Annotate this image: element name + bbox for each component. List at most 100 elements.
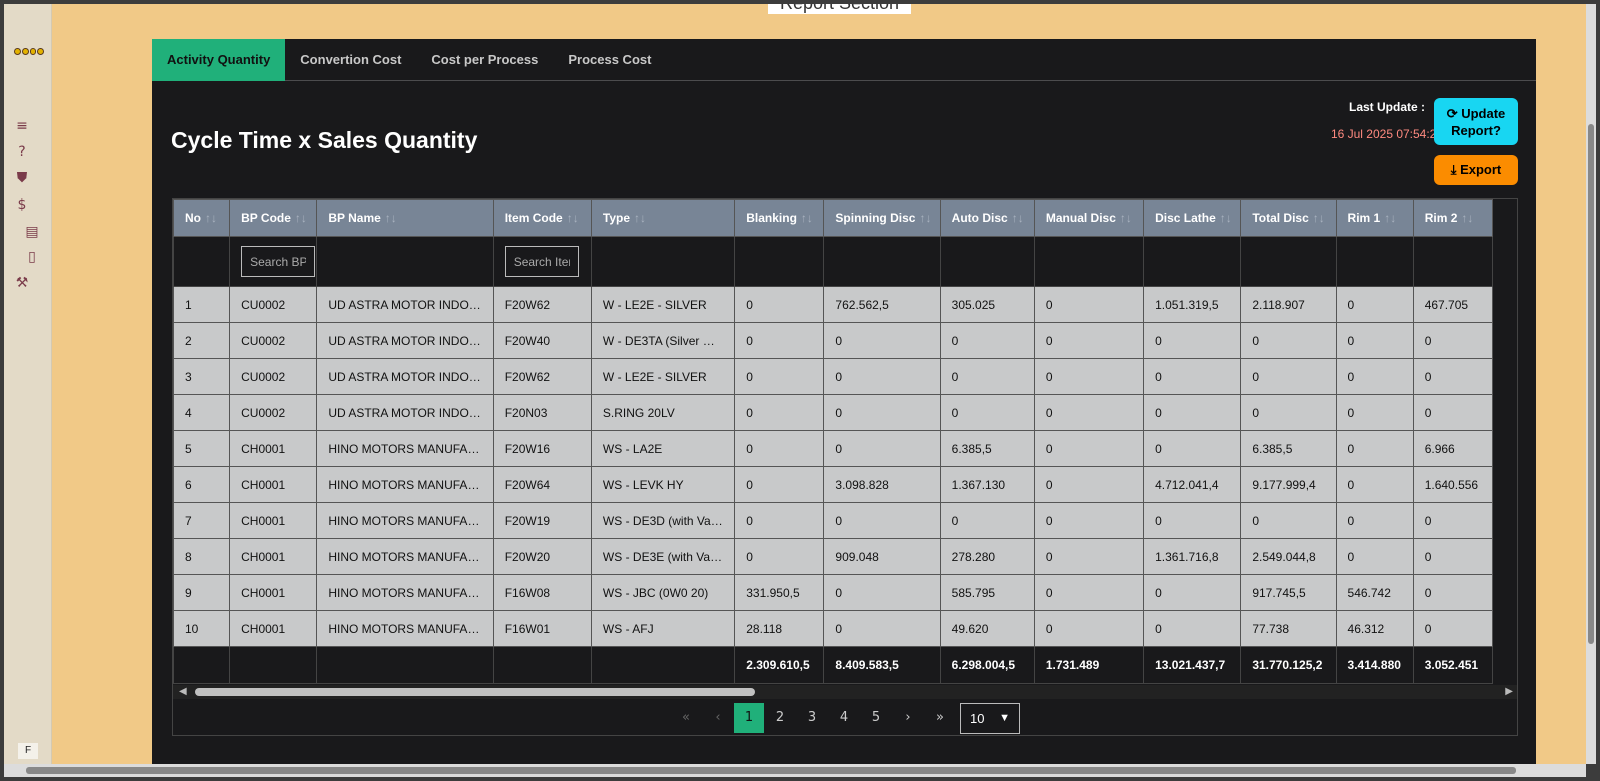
table-cell: 46.312 bbox=[1335, 610, 1414, 647]
column-header-label: Manual Disc bbox=[1045, 211, 1116, 225]
total-cell bbox=[316, 646, 494, 684]
chevron-down-icon: ▼ bbox=[999, 711, 1010, 724]
table-row[interactable]: 5CH0001HINO MOTORS MANUFACTURINGF20W16WS… bbox=[173, 430, 1494, 467]
window-horizontal-scrollbar[interactable] bbox=[4, 764, 1586, 777]
page-size-select[interactable]: 10 ▼ bbox=[960, 702, 1020, 734]
vertical-scrollbar-thumb[interactable] bbox=[1588, 124, 1594, 644]
table-cell: 0 bbox=[1335, 322, 1414, 359]
page-button-3[interactable]: 3 bbox=[796, 703, 828, 733]
total-cell: 8.409.583,5 bbox=[823, 646, 941, 684]
menu-icon[interactable]: ≡ bbox=[14, 118, 30, 134]
sort-icon[interactable]: ↑↓ bbox=[1012, 211, 1024, 225]
table-row[interactable]: 10CH0001HINO MOTORS MANUFACTURINGF16W01W… bbox=[173, 610, 1494, 647]
prev-page-button[interactable]: ‹ bbox=[702, 703, 734, 733]
sort-icon[interactable]: ↑↓ bbox=[801, 211, 813, 225]
first-page-button[interactable]: « bbox=[670, 703, 702, 733]
column-header[interactable]: Rim 2 ↑↓ bbox=[1412, 199, 1494, 237]
update-report-button[interactable]: ⟳ Update Report? bbox=[1434, 98, 1518, 145]
table-cell: 8 bbox=[173, 538, 231, 575]
total-cell bbox=[590, 646, 736, 684]
total-cell bbox=[173, 646, 231, 684]
table-row[interactable]: 4 CU0002 UD ASTRA MOTOR INDONESIA F20N03 S.R… bbox=[173, 394, 1494, 431]
table-cell: 762.562,5 bbox=[823, 286, 941, 323]
column-header-label: BP Code bbox=[241, 211, 291, 225]
column-header[interactable]: Blanking ↑↓ bbox=[734, 199, 825, 237]
table-cell: UD ASTRA MOTOR INDONESIA bbox=[316, 394, 494, 431]
table-cell: 5 bbox=[173, 430, 231, 467]
column-header[interactable]: Spinning Disc ↑↓ bbox=[823, 199, 941, 237]
sort-icon[interactable]: ↑↓ bbox=[1384, 211, 1396, 225]
search-bp-code-input[interactable] bbox=[241, 246, 316, 277]
sort-icon[interactable]: ↑↓ bbox=[1313, 211, 1325, 225]
tab-process-cost[interactable]: Process Cost bbox=[553, 39, 666, 81]
tab-convertion-cost[interactable]: Convertion Cost bbox=[285, 39, 416, 81]
page-button-2[interactable]: 2 bbox=[764, 703, 796, 733]
table-row[interactable]: 2 CU0002 UD ASTRA MOTOR INDONESIA F20W40 W -… bbox=[173, 322, 1494, 359]
sort-icon[interactable]: ↑↓ bbox=[634, 211, 646, 225]
table-cell: 4 bbox=[173, 394, 231, 431]
column-header[interactable]: BP Code ↑↓ bbox=[229, 199, 318, 237]
search-item-code-input[interactable] bbox=[504, 246, 579, 277]
total-cell: 6.298.004,5 bbox=[939, 646, 1035, 684]
tab-cost-per-process[interactable]: Cost per Process bbox=[416, 39, 553, 81]
window-vertical-scrollbar[interactable] bbox=[1586, 4, 1596, 764]
horizontal-scrollbar-thumb[interactable] bbox=[26, 767, 1516, 774]
table-cell: 0 bbox=[823, 358, 941, 395]
table-cell: 0 bbox=[1412, 610, 1494, 647]
scroll-right-icon[interactable]: ▶ bbox=[1505, 686, 1513, 697]
column-header[interactable]: BP Name ↑↓ bbox=[316, 199, 494, 237]
table-cell: W - LE2E - SILVER bbox=[590, 286, 736, 323]
column-header[interactable]: Rim 1 ↑↓ bbox=[1335, 199, 1414, 237]
tab-activity-quantity[interactable]: Activity Quantity bbox=[152, 39, 286, 81]
table-cell: 0 bbox=[939, 322, 1035, 359]
table-row[interactable]: 7CH0001HINO MOTORS MANUFACTURINGF20W19WS… bbox=[173, 502, 1494, 539]
page-button-4[interactable]: 4 bbox=[828, 703, 860, 733]
sort-icon[interactable]: ↑↓ bbox=[295, 211, 307, 225]
help-icon[interactable]: ? bbox=[14, 144, 30, 160]
table-cell: 0 bbox=[734, 502, 825, 539]
column-header[interactable]: Disc Lathe ↑↓ bbox=[1143, 199, 1242, 237]
total-cell: 13.021.437,7 bbox=[1143, 646, 1242, 684]
sort-icon[interactable]: ↑↓ bbox=[1461, 211, 1473, 225]
column-header[interactable]: Item Code ↑↓ bbox=[492, 199, 592, 237]
table-row[interactable]: 3 CU0002 UD ASTRA MOTOR INDONESIA F20W62 W -… bbox=[173, 358, 1494, 395]
table-row[interactable]: 9CH0001HINO MOTORS MANUFACTURINGF16W08WS… bbox=[173, 574, 1494, 611]
dollar-icon[interactable]: $ bbox=[14, 197, 30, 213]
column-header[interactable]: Type ↑↓ bbox=[590, 199, 736, 237]
page-button-1[interactable]: 1 bbox=[734, 703, 764, 733]
sort-icon[interactable]: ↑↓ bbox=[385, 211, 397, 225]
column-header[interactable]: Manual Disc ↑↓ bbox=[1033, 199, 1145, 237]
next-page-button[interactable]: › bbox=[892, 703, 924, 733]
table-row[interactable]: 8CH0001HINO MOTORS MANUFACTURINGF20W20WS… bbox=[173, 538, 1494, 575]
table-cell: 1.640.556 bbox=[1412, 466, 1494, 503]
table-row[interactable]: 6CH0001HINO MOTORS MANUFACTURINGF20W64WS… bbox=[173, 466, 1494, 503]
wrench-icon[interactable]: ⚒ bbox=[14, 275, 30, 291]
shield-icon[interactable]: ⛊ bbox=[14, 170, 30, 186]
table-cell: 467.705 bbox=[1412, 286, 1494, 323]
page-button-5[interactable]: 5 bbox=[860, 703, 892, 733]
sort-icon[interactable]: ↑↓ bbox=[567, 211, 579, 225]
brand-logo-icon[interactable] bbox=[14, 48, 44, 58]
scrollbar-thumb[interactable] bbox=[195, 688, 755, 696]
table-cell: WS - AFJ bbox=[590, 610, 736, 647]
table-cell: 0 bbox=[1412, 574, 1494, 611]
total-cell: 3.052.451 bbox=[1412, 646, 1494, 684]
sort-icon[interactable]: ↑↓ bbox=[1220, 211, 1232, 225]
clipboard-icon[interactable]: ▯ bbox=[24, 249, 40, 265]
data-table: No ↑↓ BP Code ↑↓ BP Name ↑↓ Item Code ↑↓ Type ↑↓ B… bbox=[173, 199, 1494, 684]
sort-icon[interactable]: ↑↓ bbox=[1120, 211, 1132, 225]
sort-icon[interactable]: ↑↓ bbox=[919, 211, 931, 225]
table-cell: 9 bbox=[173, 574, 231, 611]
column-header[interactable]: Total Disc ↑↓ bbox=[1240, 199, 1337, 237]
sort-icon[interactable]: ↑↓ bbox=[205, 211, 217, 225]
scroll-left-icon[interactable]: ◀ bbox=[179, 686, 187, 697]
column-header[interactable]: No ↑↓ bbox=[173, 199, 231, 237]
table-row[interactable]: 1 CU0002 UD ASTRA MOTOR INDONESIA F20W62 W -… bbox=[173, 286, 1494, 323]
horizontal-scrollbar[interactable]: ◀ ▶ bbox=[173, 685, 1517, 699]
column-header[interactable]: Auto Disc ↑↓ bbox=[939, 199, 1035, 237]
last-page-button[interactable]: » bbox=[924, 703, 956, 733]
table-cell: CH0001 bbox=[229, 430, 318, 467]
table-cell: CU0002 bbox=[229, 322, 318, 359]
database-icon[interactable]: ▤ bbox=[24, 224, 40, 240]
export-button[interactable]: ⤓ Export bbox=[1434, 155, 1518, 185]
